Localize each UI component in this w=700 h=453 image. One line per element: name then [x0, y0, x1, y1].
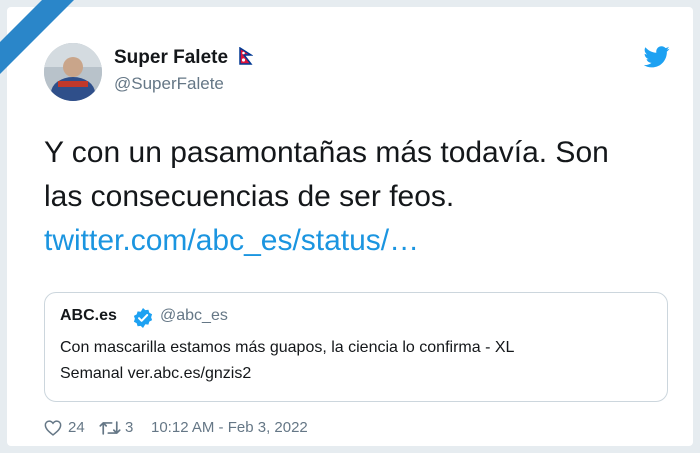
- tweet-link[interactable]: twitter.com/abc_es/status/…: [44, 219, 674, 263]
- tweet-text: Y con un pasamontañas más todavía. Son l…: [44, 131, 674, 263]
- author-display-name[interactable]: Super Falete: [114, 46, 254, 71]
- quoted-text: Con mascarilla estamos más guapos, la ci…: [60, 335, 640, 387]
- tweet-text-line: las consecuencias de ser feos.: [44, 180, 455, 213]
- nepal-flag-icon: [239, 46, 254, 71]
- quoted-author-handle[interactable]: @abc_es: [160, 307, 228, 325]
- twitter-bird-icon[interactable]: [643, 46, 670, 73]
- quoted-tweet[interactable]: ABC.es @abc_es Con mascarilla estamos má…: [44, 292, 668, 402]
- retweet-icon[interactable]: [99, 420, 121, 440]
- heart-icon[interactable]: [44, 420, 62, 440]
- quoted-text-line: Con mascarilla estamos más guapos, la ci…: [60, 339, 515, 356]
- author-handle[interactable]: @SuperFalete: [114, 74, 224, 94]
- watermark-ribbon: [0, 0, 110, 110]
- watermark-logo: [0, 0, 74, 74]
- quoted-text-line: Semanal ver.abc.es/gnzis2: [60, 365, 252, 382]
- timestamp[interactable]: 10:12 AM - Feb 3, 2022: [151, 419, 308, 436]
- tweet-text-line: Y con un pasamontañas más todavía. Son: [44, 136, 609, 169]
- like-count[interactable]: 24: [68, 419, 85, 436]
- retweet-count[interactable]: 3: [125, 419, 133, 436]
- quoted-author-name[interactable]: ABC.es: [60, 307, 117, 325]
- verified-badge-icon: [133, 308, 153, 333]
